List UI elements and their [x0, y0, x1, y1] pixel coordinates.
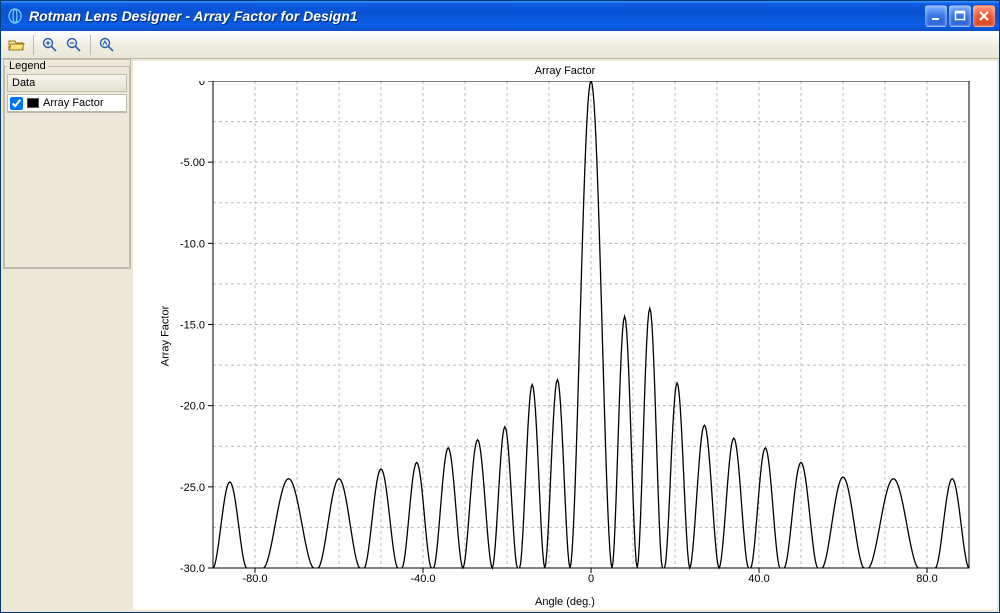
svg-text:-5.00: -5.00: [180, 157, 205, 169]
legend-item-label: Array Factor: [43, 97, 104, 109]
toolbar-separator: [90, 35, 91, 55]
chart-svg: -80.0 -40.0 0 40.0 80.0 0 -5.00 -10.0 -15.0 -20.0…: [167, 81, 983, 584]
svg-text:-30.0: -30.0: [180, 563, 205, 575]
zoom-in-button[interactable]: [38, 34, 62, 56]
svg-text:-25.0: -25.0: [180, 482, 205, 494]
legend-body-empty: [7, 112, 127, 113]
plot-area[interactable]: Array Factor Array Factor Angle (deg.) -…: [133, 61, 997, 610]
legend-panel: Legend Data Array Factor: [3, 59, 131, 269]
minimize-button[interactable]: [925, 5, 947, 27]
zoom-out-button[interactable]: [62, 34, 86, 56]
svg-text:0: 0: [588, 573, 594, 584]
svg-text:-15.0: -15.0: [180, 320, 205, 332]
legend-item-swatch: [27, 98, 39, 108]
toolbar: [1, 31, 999, 59]
legend-item[interactable]: Array Factor: [7, 94, 127, 112]
legend-item-checkbox[interactable]: [10, 97, 23, 110]
window-titlebar[interactable]: Rotman Lens Designer - Array Factor for …: [1, 1, 999, 31]
svg-text:-20.0: -20.0: [180, 401, 205, 413]
legend-group-label: Legend: [7, 60, 48, 72]
svg-text:-40.0: -40.0: [410, 573, 435, 584]
svg-text:-10.0: -10.0: [180, 238, 205, 250]
legend-header[interactable]: Data: [7, 74, 127, 92]
toolbar-separator: [33, 35, 34, 55]
open-button[interactable]: [5, 34, 29, 56]
svg-text:-80.0: -80.0: [242, 573, 267, 584]
svg-text:40.0: 40.0: [748, 573, 769, 584]
svg-text:0: 0: [199, 81, 205, 88]
maximize-button[interactable]: [949, 5, 971, 27]
window-title: Rotman Lens Designer - Array Factor for …: [29, 8, 925, 24]
close-button[interactable]: [973, 5, 995, 27]
svg-text:80.0: 80.0: [916, 573, 937, 584]
app-icon: [7, 8, 23, 24]
chart-xlabel: Angle (deg.): [133, 596, 997, 608]
chart-title: Array Factor: [133, 65, 997, 77]
zoom-fit-button[interactable]: [95, 34, 119, 56]
